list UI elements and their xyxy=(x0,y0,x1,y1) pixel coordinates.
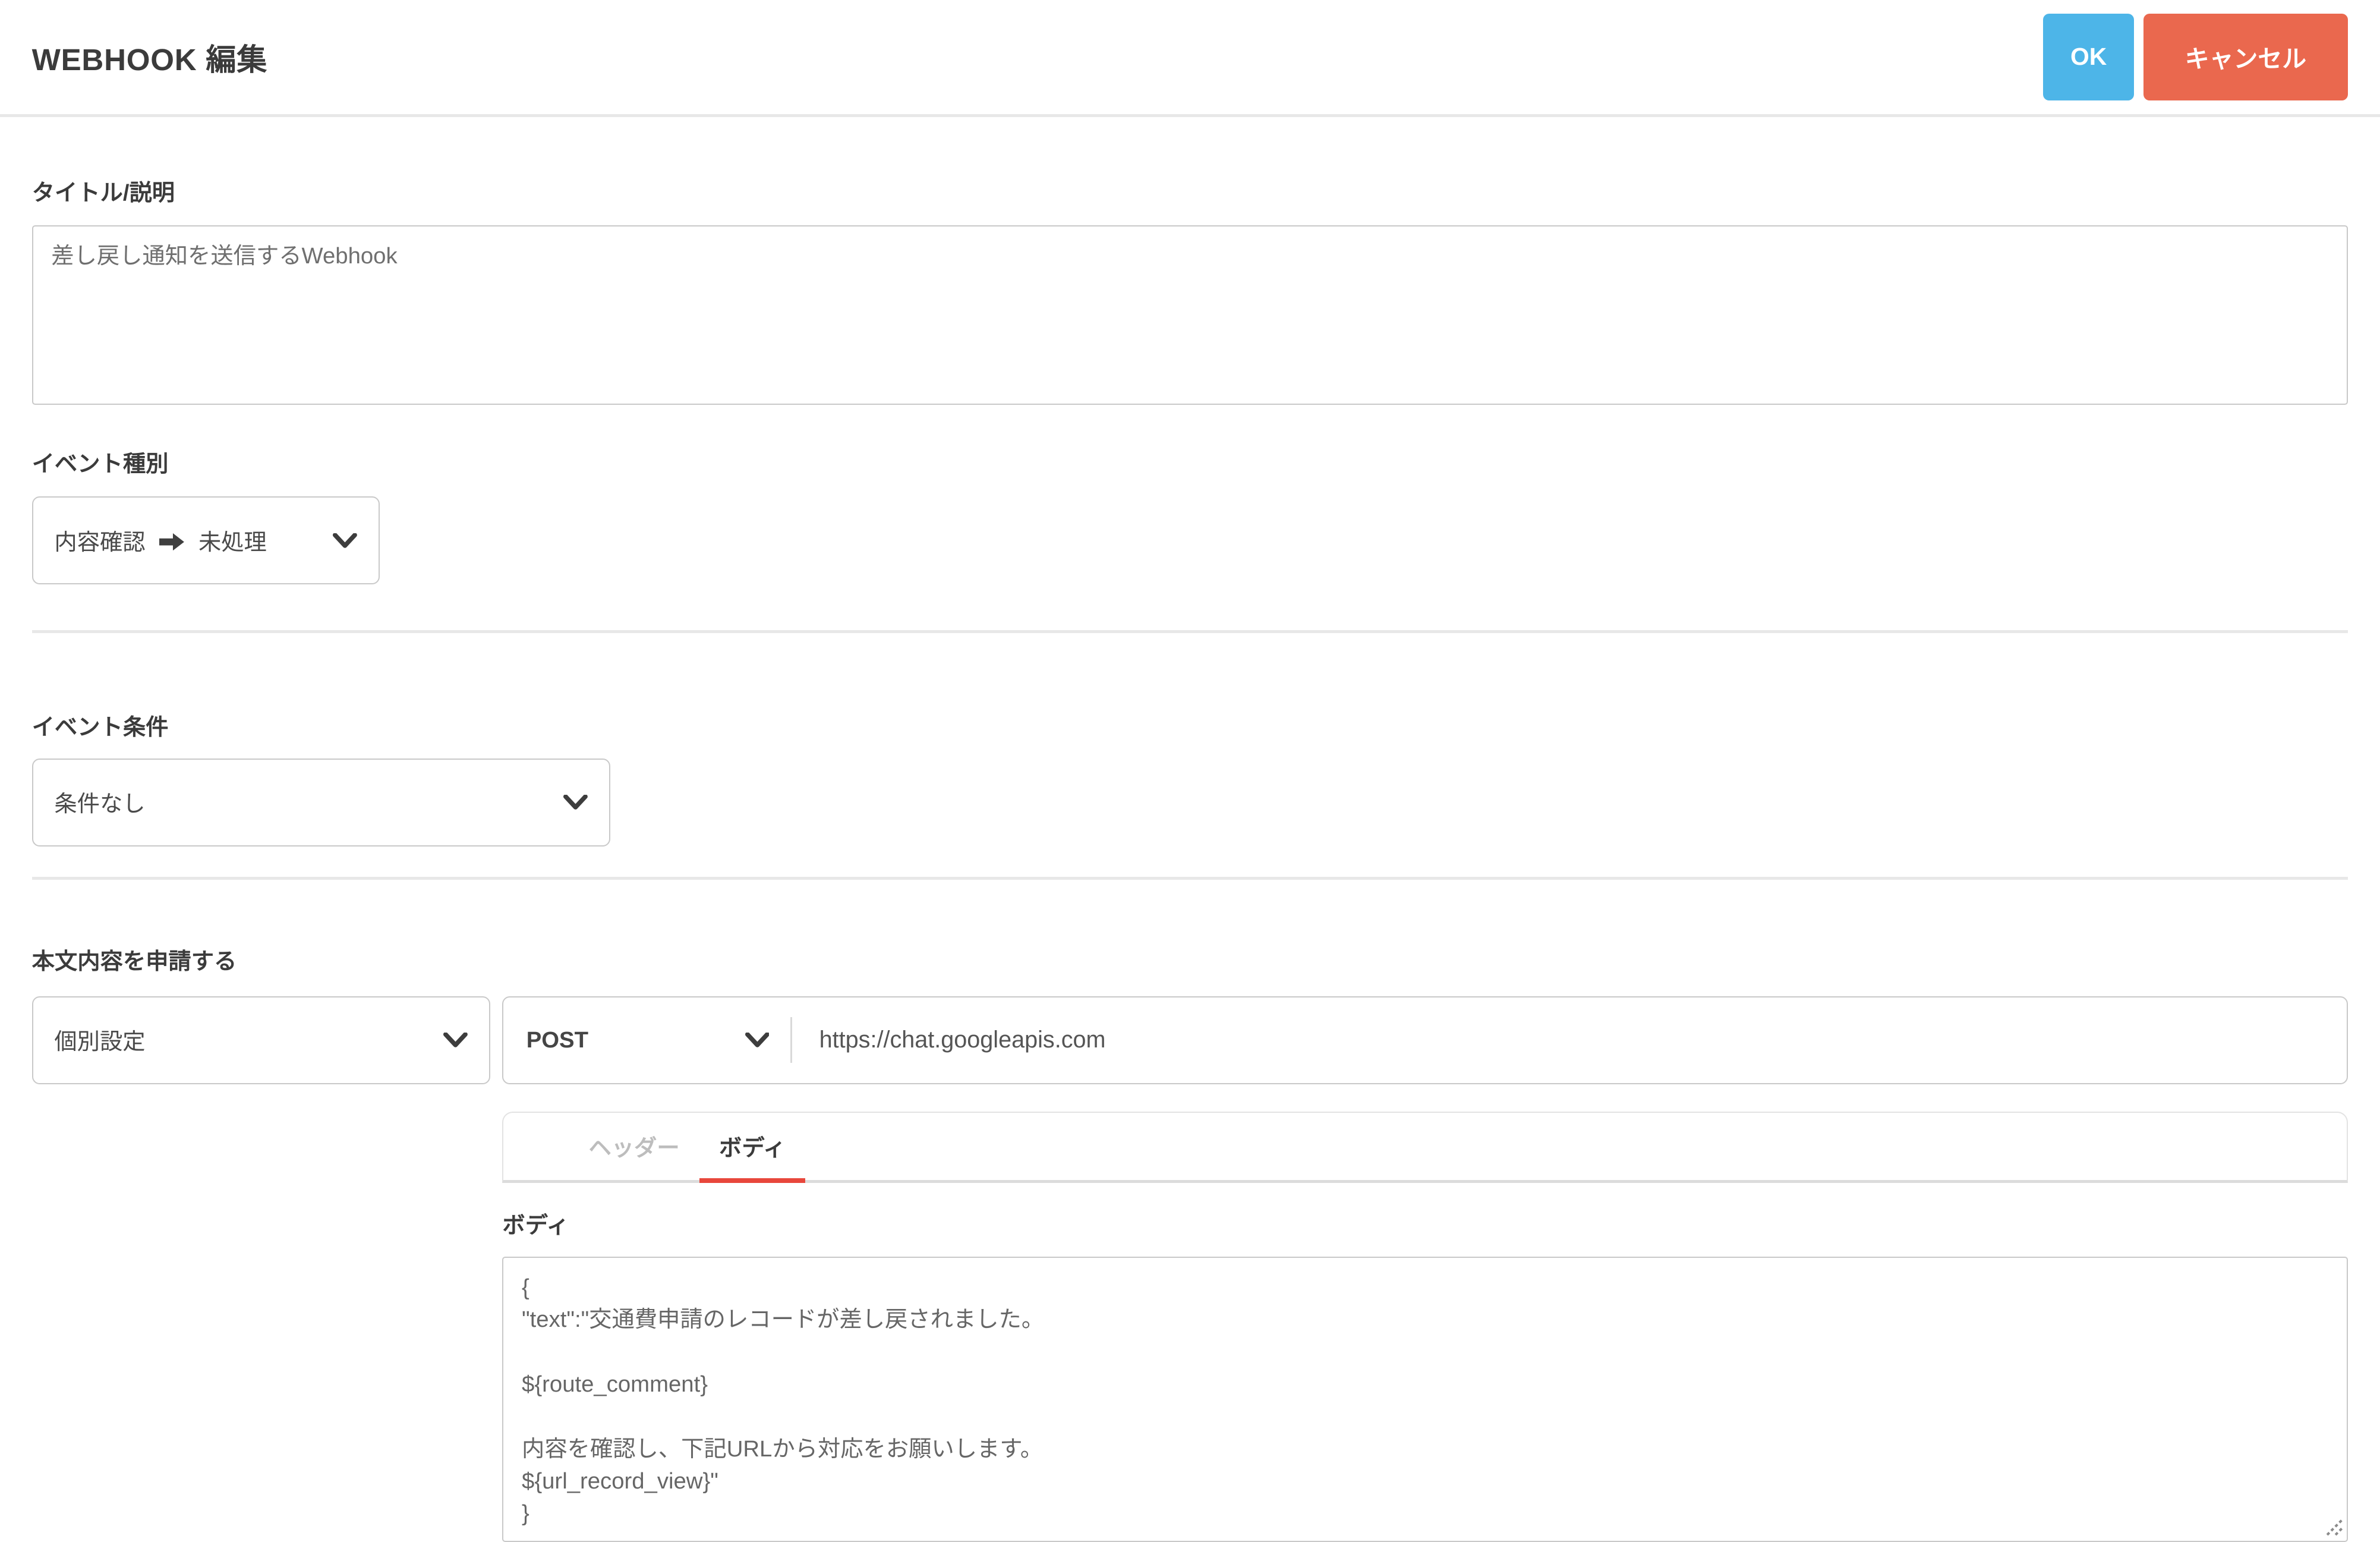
chevron-down-icon xyxy=(332,533,357,548)
ok-button[interactable]: OK xyxy=(2043,14,2135,100)
arrow-right-icon xyxy=(159,533,184,551)
chevron-down-icon xyxy=(745,1032,770,1047)
page-header: WEBHOOK 編集 OK キャンセル xyxy=(0,0,2380,117)
event-condition-select[interactable]: 条件なし xyxy=(31,758,610,847)
body-editor: { "text":"交通費申請のレコードが差し戻されました。 ${route_c… xyxy=(502,1256,2349,1542)
webhook-form: タイトル/説明 差し戻し通知を送信するWebhook イベント種別 内容確認 未… xyxy=(0,175,2380,1542)
webhook-edit-page: WEBHOOK 編集 OK キャンセル タイトル/説明 差し戻し通知を送信するW… xyxy=(0,0,2380,1542)
event-type-to: 未処理 xyxy=(198,529,267,555)
header-actions: OK キャンセル xyxy=(2043,14,2349,100)
event-condition-label: イベント条件 xyxy=(31,714,169,740)
title-description-label: タイトル/説明 xyxy=(31,180,175,206)
event-type-select[interactable]: 内容確認 未処理 xyxy=(31,496,380,585)
body-textarea[interactable]: { "text":"交通費申請のレコードが差し戻されました。 ${route_c… xyxy=(502,1256,2349,1542)
http-method-value: POST xyxy=(526,1027,588,1053)
tab-header[interactable]: ヘッダー xyxy=(569,1113,699,1180)
chevron-down-icon xyxy=(563,795,588,810)
chevron-down-icon xyxy=(443,1032,468,1047)
body-label: ボディ xyxy=(502,1212,569,1238)
page-title: WEBHOOK 編集 xyxy=(31,42,268,77)
http-method-select[interactable]: POST xyxy=(503,997,790,1083)
event-type-from: 内容確認 xyxy=(54,529,146,555)
request-mode-value: 個別設定 xyxy=(54,1029,146,1055)
section-divider xyxy=(31,877,2349,880)
title-description-textarea[interactable]: 差し戻し通知を送信するWebhook xyxy=(31,225,2349,405)
request-content-label: 本文内容を申請する xyxy=(31,949,237,975)
request-mode-select[interactable]: 個別設定 xyxy=(31,996,490,1084)
webhook-url-input[interactable]: https://chat.googleapis.com xyxy=(792,997,2347,1083)
method-url-group: POST https://chat.googleapis.com xyxy=(502,996,2349,1084)
event-condition-value: 条件なし xyxy=(54,791,146,817)
request-tab-bar: ヘッダー ボディ xyxy=(502,1111,2349,1184)
request-settings-row: 個別設定 POST https://chat.googleapis.com ヘッ… xyxy=(31,996,2349,1542)
event-type-label: イベント種別 xyxy=(31,451,169,477)
cancel-button[interactable]: キャンセル xyxy=(2143,14,2349,100)
section-divider xyxy=(31,630,2349,634)
request-detail-panel: POST https://chat.googleapis.com ヘッダー ボデ… xyxy=(502,996,2349,1542)
tab-body[interactable]: ボディ xyxy=(699,1113,806,1184)
